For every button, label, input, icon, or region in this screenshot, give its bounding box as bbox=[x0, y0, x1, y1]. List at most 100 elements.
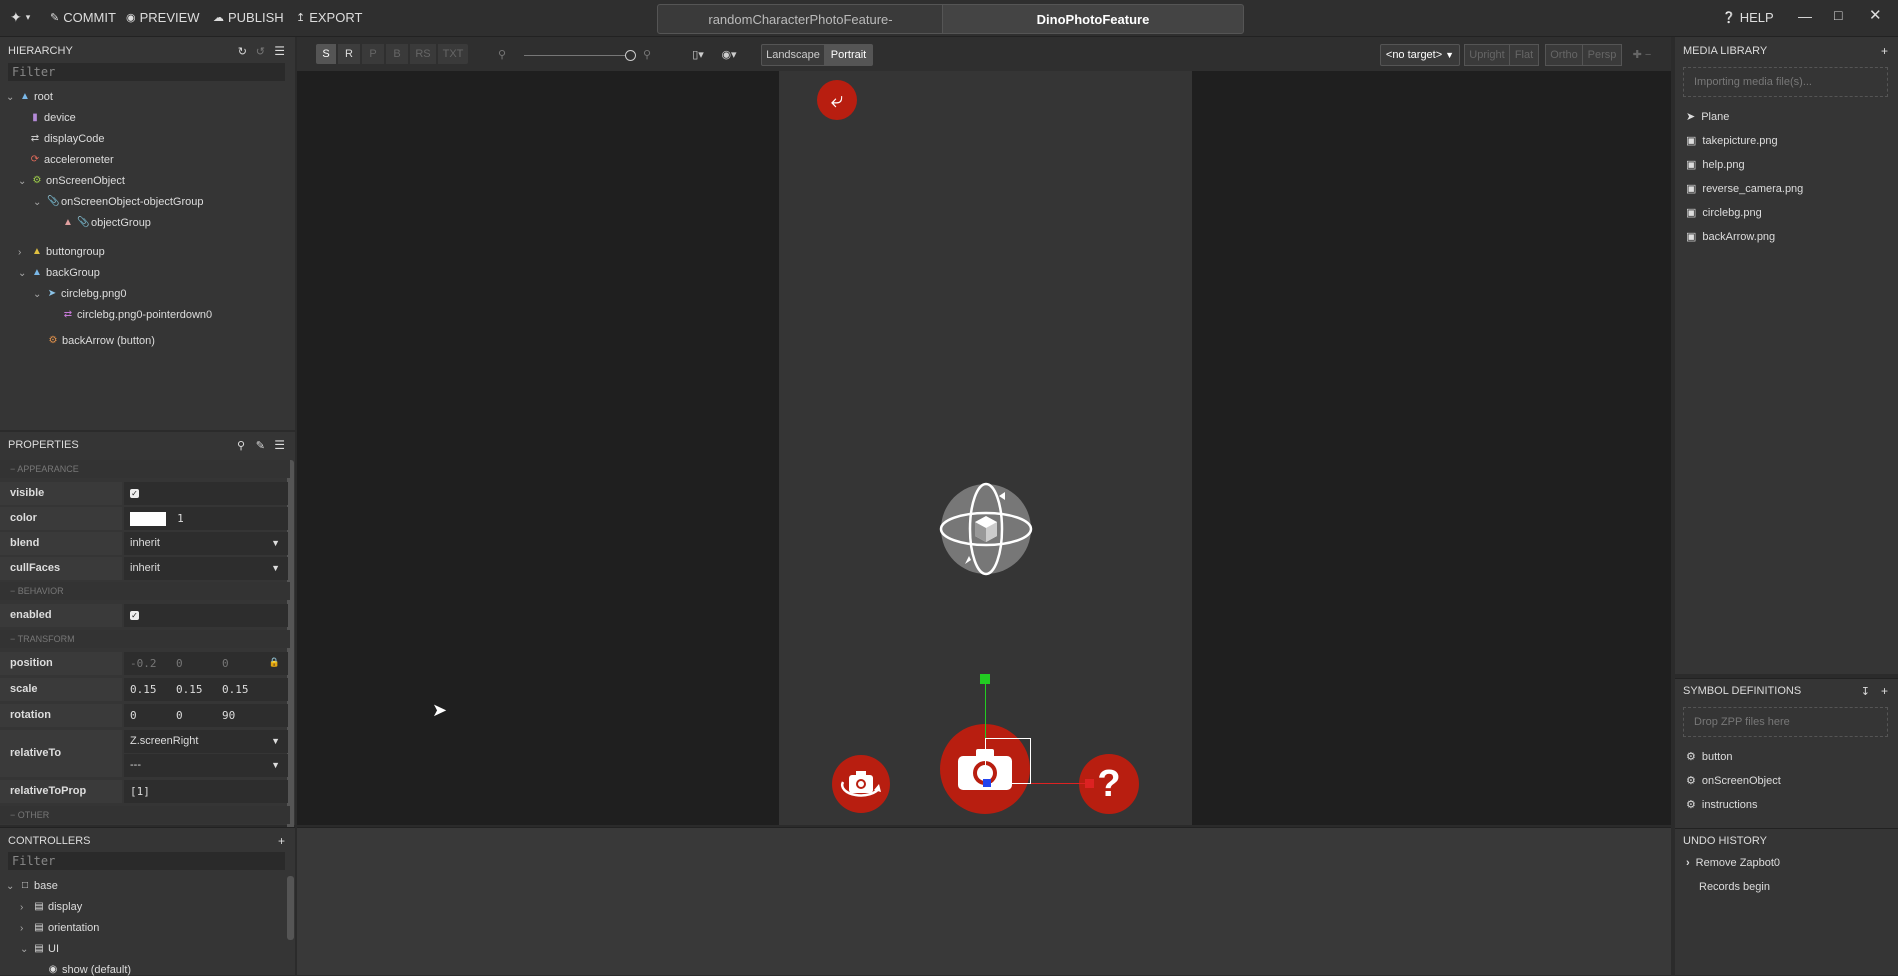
zoom-out-icon[interactable]: ⚲ bbox=[495, 44, 509, 64]
target-dropdown[interactable]: <no target> ▼ bbox=[1380, 44, 1460, 66]
section-other[interactable]: − OTHER bbox=[0, 806, 290, 824]
pencil-icon[interactable]: ✎ bbox=[256, 439, 265, 452]
enabled-checkbox[interactable]: ✓ bbox=[130, 610, 139, 620]
plus-icon[interactable]: + bbox=[1881, 44, 1888, 58]
menu-icon[interactable]: ☰ bbox=[274, 438, 285, 452]
tree-item-objectgroup[interactable]: ▲ 📎 objectGroup bbox=[63, 217, 151, 229]
section-appearance[interactable]: − APPEARANCE bbox=[0, 460, 290, 478]
undo-item-records-begin[interactable]: Records begin bbox=[1699, 881, 1770, 893]
zoom-in-icon[interactable]: ⚲ bbox=[640, 44, 654, 64]
flat-button[interactable]: Flat bbox=[1509, 44, 1539, 66]
upright-button[interactable]: Upright bbox=[1464, 44, 1510, 66]
tree-item-onscreenobject[interactable]: ⌄ ⚙ onScreenObject bbox=[18, 175, 125, 187]
tool-p-button[interactable]: P bbox=[362, 44, 384, 64]
symbol-item-onscreenobject[interactable]: ⚙ onScreenObject bbox=[1686, 774, 1781, 788]
export-button[interactable]: ↥ EXPORT bbox=[296, 10, 362, 25]
tree-item-device[interactable]: ▮ device bbox=[30, 112, 76, 124]
tree-item-displaycode[interactable]: ⇄ displayCode bbox=[30, 133, 105, 145]
symbol-item-instructions[interactable]: ⚙ instructions bbox=[1686, 798, 1758, 812]
plus-icon[interactable]: + bbox=[278, 834, 285, 848]
tree-item-buttongroup[interactable]: › ▲ buttongroup bbox=[18, 246, 105, 258]
tool-s-button[interactable]: S bbox=[316, 44, 336, 64]
chevron-right-icon[interactable]: › bbox=[20, 923, 30, 934]
symbol-item-button[interactable]: ⚙ button bbox=[1686, 750, 1732, 764]
tree-item-onscreenobject-objectgroup[interactable]: ⌄ 📎 onScreenObject-objectGroup bbox=[33, 196, 203, 208]
timeline-panel[interactable] bbox=[297, 827, 1671, 975]
zoom-slider[interactable] bbox=[524, 55, 634, 56]
tree-item-root[interactable]: ⌄ ▲ root bbox=[6, 91, 53, 103]
persp-button[interactable]: Persp bbox=[1582, 44, 1622, 66]
scale-z-input[interactable]: 0.15 bbox=[222, 678, 249, 701]
media-item-circlebg[interactable]: ▣ circlebg.png bbox=[1686, 206, 1762, 220]
tree-item-backgroup[interactable]: ⌄ ▲ backGroup bbox=[18, 267, 100, 279]
chevron-down-icon[interactable]: ⌄ bbox=[6, 881, 16, 892]
close-button[interactable]: ✕ bbox=[1869, 6, 1882, 24]
controller-item-orientation[interactable]: › ▤ orientation bbox=[20, 922, 99, 934]
chevron-right-icon[interactable]: › bbox=[18, 247, 28, 258]
blend-select[interactable]: inherit ▼ bbox=[124, 532, 288, 555]
chevron-down-icon[interactable]: ⌄ bbox=[18, 268, 28, 279]
commit-button[interactable]: ✎ COMMIT bbox=[50, 10, 116, 25]
chevron-down-icon[interactable]: ⌄ bbox=[6, 92, 16, 103]
tab-randomcharacterphotofeature[interactable]: randomCharacterPhotoFeature- bbox=[657, 4, 944, 34]
relativetoprop-input[interactable]: [1] bbox=[124, 780, 288, 803]
relativeto-select-2[interactable]: --- ▼ bbox=[124, 754, 288, 777]
tool-r-button[interactable]: R bbox=[338, 44, 360, 64]
color-alpha-input[interactable]: 1 bbox=[177, 512, 184, 525]
tree-item-backarrow-button[interactable]: ⚙ backArrow (button) bbox=[48, 335, 155, 347]
tree-item-accelerometer[interactable]: ⟳ accelerometer bbox=[30, 154, 114, 166]
minimize-button[interactable]: — bbox=[1798, 8, 1812, 24]
reverse-camera-button[interactable] bbox=[832, 755, 890, 813]
undo-item-remove-zapbot0[interactable]: › Remove Zapbot0 bbox=[1686, 857, 1780, 869]
tool-txt-button[interactable]: TXT bbox=[438, 44, 468, 64]
chevron-down-icon[interactable]: ⌄ bbox=[33, 197, 43, 208]
chevron-down-icon[interactable]: ⌄ bbox=[18, 176, 28, 187]
position-x-input[interactable]: -0.2 bbox=[130, 652, 157, 675]
position-z-input[interactable]: 0 bbox=[222, 652, 229, 675]
controller-item-ui[interactable]: ⌄ ▤ UI bbox=[20, 943, 59, 955]
publish-button[interactable]: ☁ PUBLISH bbox=[213, 10, 284, 25]
chevron-down-icon[interactable]: ⌄ bbox=[33, 289, 43, 300]
help-button[interactable]: ❔ HELP bbox=[1722, 10, 1774, 25]
rotation-x-input[interactable]: 0 bbox=[130, 704, 137, 727]
import-icon[interactable]: ↧ bbox=[1861, 685, 1870, 698]
tab-dinophotofeature[interactable]: DinoPhotoFeature bbox=[942, 4, 1244, 34]
scale-y-input[interactable]: 0.15 bbox=[176, 678, 203, 701]
lock-icon[interactable]: 🔒 bbox=[269, 652, 280, 675]
tree-item-circlebg-png0-pointerdown0[interactable]: ⇄ circlebg.png0-pointerdown0 bbox=[63, 309, 212, 321]
section-behavior[interactable]: − BEHAVIOR bbox=[0, 582, 290, 600]
scale-x-input[interactable]: 0.15 bbox=[130, 678, 157, 701]
ortho-button[interactable]: Ortho bbox=[1545, 44, 1583, 66]
zoom-slider-handle[interactable] bbox=[625, 50, 636, 61]
plus-icon[interactable]: + bbox=[1881, 684, 1888, 698]
position-y-input[interactable]: 0 bbox=[176, 652, 183, 675]
maximize-button[interactable]: □ bbox=[1834, 7, 1842, 23]
controller-item-display[interactable]: › ▤ display bbox=[20, 901, 82, 913]
media-item-backarrow[interactable]: ▣ backArrow.png bbox=[1686, 230, 1775, 244]
media-item-reverse-camera[interactable]: ▣ reverse_camera.png bbox=[1686, 182, 1803, 196]
refresh-icon[interactable]: ↻ bbox=[238, 45, 247, 58]
gizmo-y-handle[interactable] bbox=[980, 674, 990, 684]
controllers-filter-input[interactable]: Filter bbox=[8, 852, 285, 870]
hierarchy-filter-input[interactable]: Filter bbox=[8, 63, 285, 81]
visible-checkbox[interactable]: ✓ bbox=[130, 488, 139, 498]
controllers-scrollbar[interactable] bbox=[287, 876, 294, 940]
controller-item-base[interactable]: ⌄ □ base bbox=[6, 880, 58, 892]
symbol-dropzone[interactable]: Drop ZPP files here bbox=[1683, 707, 1888, 737]
chevron-right-icon[interactable]: › bbox=[20, 902, 30, 913]
media-item-help[interactable]: ▣ help.png bbox=[1686, 158, 1745, 172]
tool-b-button[interactable]: B bbox=[386, 44, 408, 64]
landscape-button[interactable]: Landscape bbox=[761, 44, 825, 66]
move-icon[interactable]: ✚ − bbox=[1630, 44, 1654, 64]
gizmo-x-handle[interactable] bbox=[1085, 779, 1094, 788]
onscreenobject-gizmo[interactable] bbox=[939, 482, 1033, 576]
chevron-down-icon[interactable]: ⌄ bbox=[20, 944, 30, 955]
rotation-z-input[interactable]: 90 bbox=[222, 704, 235, 727]
relativeto-select-1[interactable]: Z.screenRight ▼ bbox=[124, 730, 288, 753]
controller-item-show-default[interactable]: ◉ show (default) bbox=[48, 964, 131, 976]
cullfaces-select[interactable]: inherit ▼ bbox=[124, 557, 288, 580]
globe-dropdown[interactable]: ◉▾ bbox=[716, 44, 742, 64]
section-transform[interactable]: − TRANSFORM bbox=[0, 630, 290, 648]
tool-rs-button[interactable]: RS bbox=[410, 44, 436, 64]
search-icon[interactable]: ⚲ bbox=[237, 439, 245, 452]
